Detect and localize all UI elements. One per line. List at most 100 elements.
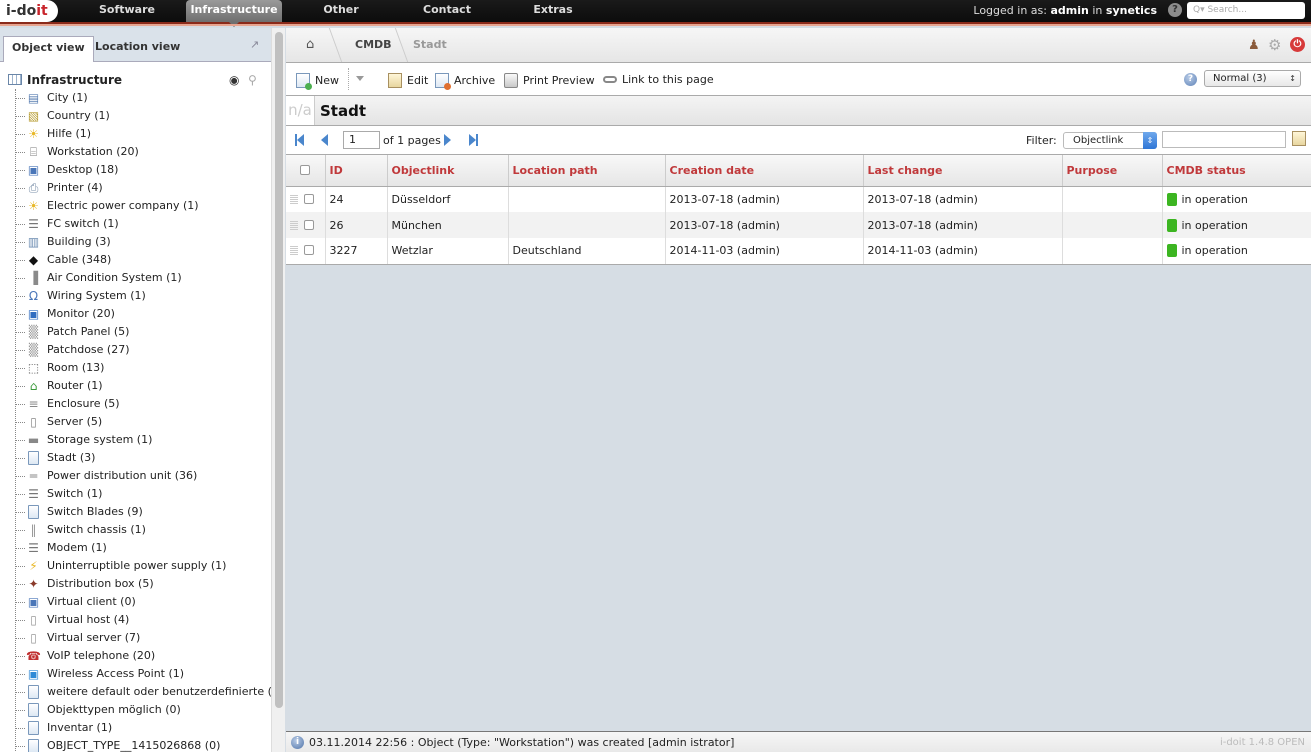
tree-item[interactable]: weitere default oder benutzerdefinierte …: [16, 683, 283, 701]
logout-icon[interactable]: ⏻: [1290, 37, 1305, 52]
tab-object-view[interactable]: Object view: [3, 36, 94, 62]
eye-icon[interactable]: ◉: [229, 71, 239, 89]
help-icon[interactable]: ?: [1184, 73, 1197, 86]
tree-item[interactable]: ≡ Enclosure (5): [16, 395, 271, 413]
filter-input[interactable]: [1162, 131, 1286, 148]
status-indicator-icon: [1166, 192, 1177, 206]
tree-item[interactable]: ▤ City (1): [16, 89, 271, 107]
tree-item[interactable]: ▣ Monitor (20): [16, 305, 271, 323]
table-row[interactable]: 26 München 2013-07-18 (admin) 2013-07-18 (a…: [286, 212, 1311, 238]
search-input[interactable]: Q▾ Search...: [1187, 2, 1305, 19]
column-header-purpose[interactable]: Purpose: [1062, 155, 1163, 187]
tree-item[interactable]: Inventar (1): [16, 719, 271, 737]
drag-handle-icon[interactable]: [290, 219, 298, 230]
user-icon[interactable]: ♟: [1248, 38, 1260, 53]
tree-item[interactable]: ☰ FC switch (1): [16, 215, 271, 233]
tree-item[interactable]: ◆ Cable (348): [16, 251, 271, 269]
page-number-input[interactable]: 1: [343, 131, 380, 149]
tree-item[interactable]: ▣ Desktop (18): [16, 161, 271, 179]
cell-objectlink[interactable]: Düsseldorf: [387, 186, 509, 212]
print-preview-button[interactable]: Print Preview: [504, 73, 595, 88]
previous-page-icon[interactable]: [321, 134, 333, 146]
cell-objectlink[interactable]: München: [387, 212, 509, 238]
breadcrumb: ⌂ CMDB Stadt ♟ ⚙ ⏻: [286, 28, 1311, 63]
tree-item[interactable]: ☀ Hilfe (1): [16, 125, 271, 143]
tree-item[interactable]: ▒ Patchdose (27): [16, 341, 271, 359]
table-row[interactable]: 3227 Wetzlar Deutschland 2014-11-03 (admin)…: [286, 238, 1311, 265]
tree-item[interactable]: ▒ Patch Panel (5): [16, 323, 271, 341]
tree-item[interactable]: ⎙ Printer (4): [16, 179, 271, 197]
tree-item[interactable]: ☰ Modem (1): [16, 539, 271, 557]
breadcrumb-cmdb[interactable]: CMDB: [355, 38, 392, 51]
column-header-cmdb-status[interactable]: CMDB status: [1162, 155, 1311, 187]
tree-item[interactable]: ⌂ Router (1): [16, 377, 271, 395]
select-all-checkbox[interactable]: [300, 164, 311, 175]
tree-item[interactable]: ▯ Server (5): [16, 413, 271, 431]
tree-item[interactable]: ☎ VoIP telephone (20): [16, 647, 271, 665]
new-button[interactable]: New: [296, 73, 339, 90]
tree-root[interactable]: Infrastructure ◉ ⚲: [0, 71, 271, 89]
logo[interactable]: i-doit: [0, 0, 58, 22]
view-mode-select[interactable]: Normal (3) ↕: [1204, 70, 1301, 87]
row-checkbox[interactable]: [304, 193, 314, 204]
edit-button[interactable]: Edit: [388, 73, 428, 88]
link-to-page-button[interactable]: Link to this page: [603, 73, 714, 86]
column-header-id[interactable]: ID: [325, 155, 388, 187]
column-header-objectlink[interactable]: Objectlink: [387, 155, 509, 187]
nav-contact[interactable]: Contact: [418, 0, 476, 22]
filter-edit-icon[interactable]: [1292, 131, 1306, 146]
tree-item[interactable]: Stadt (3): [16, 449, 271, 467]
new-dropdown-arrow-icon[interactable]: [356, 76, 364, 81]
tree-item[interactable]: ⌸ Workstation (20): [16, 143, 271, 161]
nav-software[interactable]: Software: [92, 0, 162, 22]
tree-item[interactable]: OBJECT_TYPE__1415026868 (0): [16, 737, 271, 752]
row-checkbox[interactable]: [304, 245, 314, 256]
tree-item[interactable]: ‖ Switch chassis (1): [16, 521, 271, 539]
table-row[interactable]: 24 Düsseldorf 2013-07-18 (admin) 2013-07-18…: [286, 186, 1311, 212]
scroll-thumb[interactable]: [275, 32, 283, 708]
tree-item[interactable]: ═ Power distribution unit (36): [16, 467, 271, 485]
column-header-last-change[interactable]: Last change: [863, 155, 1063, 187]
tree-item[interactable]: ▥ Building (3): [16, 233, 271, 251]
first-page-icon[interactable]: [295, 134, 307, 146]
tree-item[interactable]: Ω Wiring System (1): [16, 287, 271, 305]
search-icon[interactable]: ⚲: [248, 71, 257, 89]
tree-item[interactable]: Objekttypen möglich (0): [16, 701, 271, 719]
tree-item[interactable]: ▬ Storage system (1): [16, 431, 271, 449]
help-icon[interactable]: ?: [1168, 3, 1182, 17]
nav-infrastructure[interactable]: Infrastructure: [186, 0, 282, 27]
tree-item[interactable]: ✦ Distribution box (5): [16, 575, 271, 593]
tree-item[interactable]: Switch Blades (9): [16, 503, 271, 521]
tab-location-view[interactable]: Location view: [87, 36, 188, 62]
tree-item[interactable]: ⚡ Uninterruptible power supply (1): [16, 557, 271, 575]
column-header-location-path[interactable]: Location path: [508, 155, 666, 187]
last-page-icon[interactable]: [469, 134, 481, 146]
filter-field-value: Objectlink: [1073, 135, 1124, 146]
tree-item[interactable]: ⬚ Room (13): [16, 359, 271, 377]
next-page-icon[interactable]: [444, 134, 456, 146]
row-checkbox[interactable]: [304, 219, 314, 230]
filter-field-select[interactable]: Objectlink ⇕: [1063, 132, 1157, 149]
tree-item[interactable]: ▧ Country (1): [16, 107, 271, 125]
nav-extras[interactable]: Extras: [527, 0, 579, 22]
tree-item[interactable]: ▯ Virtual server (7): [16, 629, 271, 647]
archive-button[interactable]: Archive: [435, 73, 495, 90]
gear-icon[interactable]: ⚙: [1268, 36, 1281, 54]
sidebar-scrollbar[interactable]: [271, 28, 285, 752]
tree-list: ▤ City (1) ▧ Country (1) ☀ Hilfe (1) ⌸ Workstat…: [15, 89, 283, 752]
tree-item[interactable]: ☀ Electric power company (1): [16, 197, 271, 215]
tree-item[interactable]: ▯ Virtual host (4): [16, 611, 271, 629]
cell-objectlink[interactable]: Wetzlar: [387, 238, 509, 265]
country-icon: ▧: [27, 109, 40, 123]
nav-other[interactable]: Other: [315, 0, 367, 22]
column-header-creation-date[interactable]: Creation date: [665, 155, 864, 187]
tree-item[interactable]: ☰ Switch (1): [16, 485, 271, 503]
tree-item[interactable]: ▣ Wireless Access Point (1): [16, 665, 271, 683]
drag-handle-icon[interactable]: [290, 193, 298, 204]
cell-cmdb-status: in operation: [1162, 238, 1311, 265]
tree-item[interactable]: ▐ Air Condition System (1): [16, 269, 271, 287]
drag-handle-icon[interactable]: [290, 245, 298, 256]
tree-item[interactable]: ▣ Virtual client (0): [16, 593, 271, 611]
popout-icon[interactable]: ↗: [250, 38, 259, 51]
home-icon[interactable]: ⌂: [306, 37, 314, 52]
